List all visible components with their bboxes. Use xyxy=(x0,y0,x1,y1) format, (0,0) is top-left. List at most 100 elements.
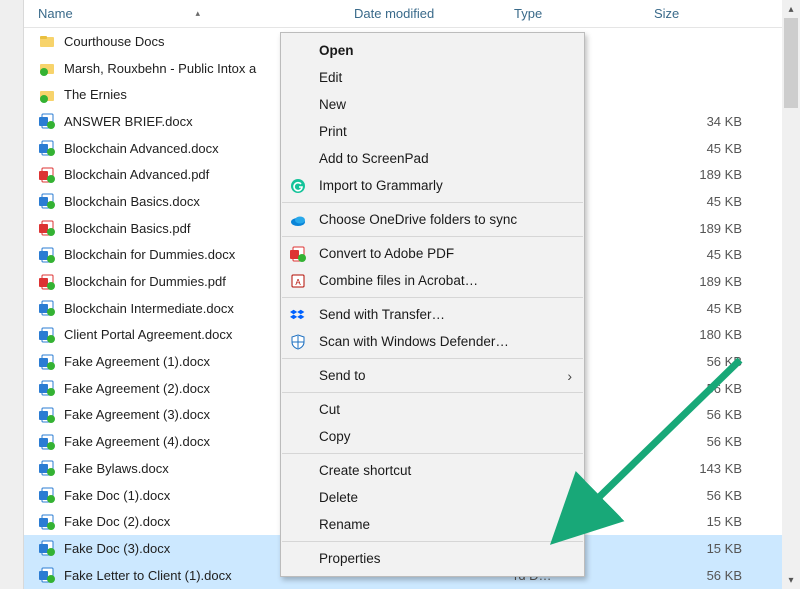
dropbox-icon xyxy=(289,306,307,324)
menu-item[interactable]: Print xyxy=(281,118,584,145)
menu-item[interactable]: Open xyxy=(281,37,584,64)
file-size: 45 KB xyxy=(654,301,782,316)
column-header-label: Size xyxy=(654,6,679,21)
scroll-down-button[interactable]: ▾ xyxy=(782,571,800,589)
menu-item[interactable]: Import to Grammarly xyxy=(281,172,584,199)
scroll-thumb[interactable] xyxy=(784,18,798,108)
file-type-icon xyxy=(38,32,56,50)
menu-item[interactable]: Cut xyxy=(281,396,584,423)
menu-item[interactable]: Send with Transfer… xyxy=(281,301,584,328)
menu-item[interactable]: Add to ScreenPad xyxy=(281,145,584,172)
file-size: 56 KB xyxy=(654,407,782,422)
file-size: 45 KB xyxy=(654,141,782,156)
file-type-icon xyxy=(38,86,56,104)
file-type-icon xyxy=(38,112,56,130)
vertical-scrollbar[interactable]: ▴ ▾ xyxy=(782,0,800,589)
menu-item-label: Create shortcut xyxy=(319,463,411,478)
menu-item-label: New xyxy=(319,97,346,112)
file-size: 189 KB xyxy=(654,167,782,182)
context-menu: Open Edit New Print Add to ScreenPad Import t… xyxy=(280,32,585,577)
file-type-icon xyxy=(38,139,56,157)
menu-item[interactable]: Choose OneDrive folders to sync xyxy=(281,206,584,233)
menu-item[interactable]: Scan with Windows Defender… xyxy=(281,328,584,355)
sort-indicator-icon: ▴ xyxy=(195,8,200,19)
column-header-type[interactable]: Type xyxy=(500,6,640,21)
menu-item-label: Send with Transfer… xyxy=(319,307,445,322)
menu-item[interactable]: Rename xyxy=(281,511,584,538)
column-header-date[interactable]: Date modified xyxy=(340,6,500,21)
pdf-icon xyxy=(289,245,307,263)
file-type-icon xyxy=(38,379,56,397)
file-type-icon xyxy=(38,246,56,264)
file-size: 56 KB xyxy=(654,381,782,396)
menu-item[interactable]: Edit xyxy=(281,64,584,91)
column-header-label: Date modified xyxy=(354,6,434,21)
menu-item-label: Import to Grammarly xyxy=(319,178,443,193)
menu-item-label: Edit xyxy=(319,70,342,85)
file-type-icon xyxy=(38,353,56,371)
file-size: 56 KB xyxy=(654,434,782,449)
menu-item-label: Copy xyxy=(319,429,351,444)
pdf-combine-icon: A xyxy=(289,272,307,290)
defender-icon xyxy=(289,333,307,351)
file-size: 189 KB xyxy=(654,221,782,236)
file-size: 180 KB xyxy=(654,327,782,342)
menu-separator xyxy=(282,453,583,454)
menu-separator xyxy=(282,541,583,542)
column-header-size[interactable]: Size xyxy=(640,6,782,21)
tree-gutter xyxy=(0,0,24,589)
column-header-label: Name xyxy=(38,6,73,21)
file-type-icon xyxy=(38,486,56,504)
file-type-icon xyxy=(38,299,56,317)
menu-item-label: Convert to Adobe PDF xyxy=(319,246,454,261)
menu-item-label: Open xyxy=(319,43,354,58)
menu-item[interactable]: Copy xyxy=(281,423,584,450)
file-type-icon xyxy=(38,513,56,531)
menu-item-label: Properties xyxy=(319,551,381,566)
grammarly-icon xyxy=(289,177,307,195)
menu-separator xyxy=(282,202,583,203)
column-header-label: Type xyxy=(514,6,542,21)
menu-item-label: Scan with Windows Defender… xyxy=(319,334,509,349)
menu-separator xyxy=(282,236,583,237)
file-type-icon xyxy=(38,59,56,77)
menu-separator xyxy=(282,358,583,359)
menu-item[interactable]: Convert to Adobe PDF xyxy=(281,240,584,267)
menu-item[interactable]: ACombine files in Acrobat… xyxy=(281,267,584,294)
menu-item[interactable]: New xyxy=(281,91,584,118)
file-type-icon xyxy=(38,459,56,477)
menu-item[interactable]: Delete xyxy=(281,484,584,511)
file-type-icon xyxy=(38,166,56,184)
menu-item-label: Choose OneDrive folders to sync xyxy=(319,212,517,227)
file-size: 15 KB xyxy=(654,541,782,556)
menu-item-label: Print xyxy=(319,124,347,139)
menu-item-label: Rename xyxy=(319,517,370,532)
menu-item-label: Add to ScreenPad xyxy=(319,151,429,166)
file-size: 45 KB xyxy=(654,194,782,209)
column-header-name[interactable]: Name ▴ xyxy=(24,6,340,21)
file-size: 56 KB xyxy=(654,354,782,369)
file-type-icon xyxy=(38,219,56,237)
svg-text:A: A xyxy=(295,278,301,287)
file-type-icon xyxy=(38,433,56,451)
file-type-icon xyxy=(38,406,56,424)
menu-separator xyxy=(282,392,583,393)
file-type-icon xyxy=(38,326,56,344)
menu-item[interactable]: Create shortcut xyxy=(281,457,584,484)
file-size: 143 KB xyxy=(654,461,782,476)
file-type-icon xyxy=(38,566,56,584)
file-size: 45 KB xyxy=(654,247,782,262)
menu-item-label: Cut xyxy=(319,402,340,417)
file-type-icon xyxy=(38,192,56,210)
file-size: 34 KB xyxy=(654,114,782,129)
file-size: 56 KB xyxy=(654,568,782,583)
menu-item-label: Send to xyxy=(319,368,366,383)
file-size: 56 KB xyxy=(654,488,782,503)
file-size: 189 KB xyxy=(654,274,782,289)
scroll-up-button[interactable]: ▴ xyxy=(782,0,800,18)
menu-item[interactable]: Send to› xyxy=(281,362,584,389)
menu-item[interactable]: Properties xyxy=(281,545,584,572)
column-header-row: Name ▴ Date modified Type Size xyxy=(24,0,782,28)
onedrive-icon xyxy=(289,211,307,229)
file-type-icon xyxy=(38,539,56,557)
